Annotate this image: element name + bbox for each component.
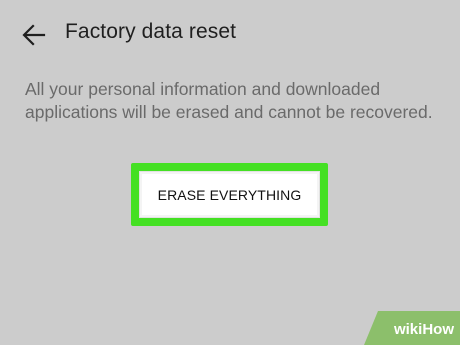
- watermark-how: How: [422, 321, 454, 338]
- watermark-wiki: wiki: [393, 321, 423, 338]
- back-button[interactable]: [18, 19, 50, 51]
- page-title: Factory data reset: [65, 20, 237, 43]
- erase-everything-button[interactable]: ERASE EVERYTHING: [139, 171, 320, 218]
- warning-line-1: All your personal information and downlo…: [25, 79, 381, 99]
- reset-warning-text: All your personal information and downlo…: [25, 78, 445, 124]
- arrow-left-icon: [22, 24, 46, 46]
- watermark-text: wikiHow: [394, 321, 454, 338]
- factory-reset-screen: Factory data reset All your personal inf…: [0, 0, 460, 345]
- wikihow-watermark: wikiHow: [364, 311, 460, 345]
- warning-line-2: applications will be erased and cannot b…: [25, 102, 433, 122]
- app-bar: Factory data reset: [0, 0, 460, 66]
